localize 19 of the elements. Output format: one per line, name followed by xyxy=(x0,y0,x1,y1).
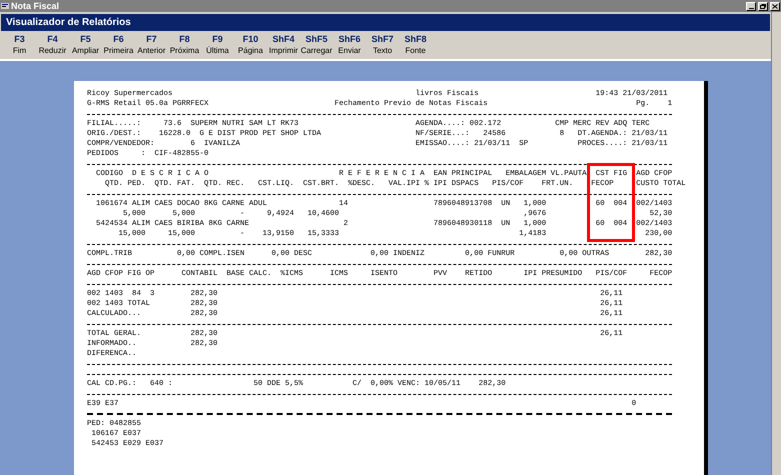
close-button[interactable] xyxy=(770,2,780,10)
toolbar-button[interactable]: ShF7 Texto xyxy=(366,32,399,58)
toolbar-button[interactable]: ShF5 Carregar xyxy=(300,32,333,58)
toolbar-button[interactable]: F5 Ampliar xyxy=(69,32,102,58)
toolbar-button[interactable]: F4 Reduzir xyxy=(36,32,69,58)
toolbar-button[interactable]: ShF6 Enviar xyxy=(333,32,366,58)
restore-button[interactable] xyxy=(758,2,768,10)
toolbar-button[interactable]: F8 Próxima xyxy=(168,32,201,58)
toolbar-button[interactable]: F10 Página xyxy=(234,32,267,58)
app-icon xyxy=(1,2,9,10)
toolbar-button[interactable]: F7 Anterior xyxy=(135,32,168,58)
toolbar-button[interactable]: F3 Fim xyxy=(3,32,36,58)
toolbar-button[interactable]: F9 Última xyxy=(201,32,234,58)
toolbar-button[interactable]: ShF4 Imprimir xyxy=(267,32,300,58)
window-title: Nota Fiscal xyxy=(11,2,60,10)
minimize-button[interactable] xyxy=(746,2,756,10)
viewer-title: Visualizador de Relatórios xyxy=(6,16,131,30)
toolbar-button[interactable]: ShF8 Fonte xyxy=(399,32,432,58)
toolbar-button[interactable]: F6 Primeira xyxy=(102,32,135,58)
